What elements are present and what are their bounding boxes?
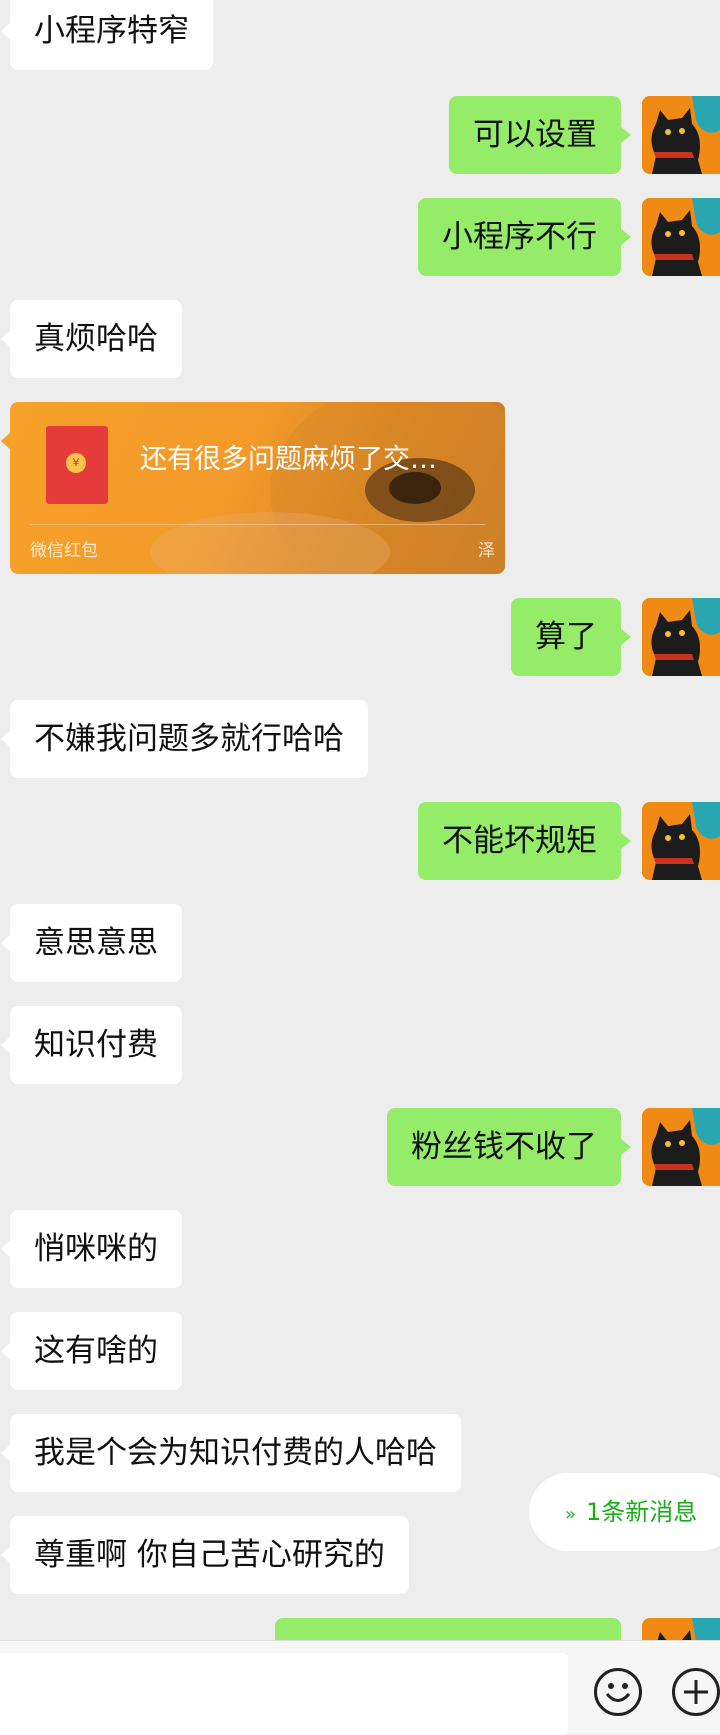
outgoing-message-bubble[interactable]: 可以设置: [449, 96, 631, 174]
black-cat-avatar-icon[interactable]: [642, 598, 720, 676]
red-packet-sender-mark: 泽: [478, 541, 495, 561]
new-message-pill[interactable]: » 1条新消息: [529, 1473, 720, 1551]
coin-icon: ¥: [66, 453, 86, 473]
red-packet-divider: [30, 524, 485, 525]
message-text: 算了: [535, 619, 597, 655]
message-text: 我是个会为知识付费的人哈哈: [34, 1435, 437, 1471]
incoming-message-bubble[interactable]: 意思意思: [1, 904, 182, 982]
message-text: 小程序不行: [442, 219, 597, 255]
black-cat-avatar-icon[interactable]: [642, 1108, 720, 1186]
message-text: 尊重啊 你自己苦心研究的: [34, 1537, 385, 1573]
outgoing-message-bubble[interactable]: 不能坏规矩: [418, 802, 631, 880]
message-text: 这有啥的: [34, 1333, 158, 1369]
incoming-message-bubble[interactable]: 小程序特窄: [1, 0, 213, 70]
red-packet-label: 微信红包: [30, 541, 98, 561]
message-text: 悄咪咪的: [34, 1231, 158, 1267]
incoming-message-bubble[interactable]: 知识付费: [1, 1006, 182, 1084]
incoming-message-bubble[interactable]: 我是个会为知识付费的人哈哈: [1, 1414, 461, 1492]
black-cat-avatar-icon[interactable]: [642, 802, 720, 880]
message-text: 粉丝钱不收了: [411, 1129, 597, 1165]
red-packet-message: 还有很多问题麻烦了交…: [140, 444, 437, 475]
message-text: 不嫌我问题多就行哈哈: [34, 721, 344, 757]
outgoing-message-bubble[interactable]: 算了: [511, 598, 631, 676]
incoming-message-bubble[interactable]: 这有啥的: [1, 1312, 182, 1390]
incoming-message-bubble[interactable]: 尊重啊 你自己苦心研究的: [1, 1516, 409, 1594]
outgoing-message-bubble[interactable]: 粉丝钱不收了: [387, 1108, 631, 1186]
message-input[interactable]: [0, 1653, 568, 1735]
message-text: 不能坏规矩: [442, 823, 597, 859]
message-text: 可以设置: [473, 117, 597, 153]
message-text: 真烦哈哈: [34, 321, 158, 357]
black-cat-avatar-icon[interactable]: [642, 1618, 720, 1640]
outgoing-message-bubble[interactable]: 小程序不行: [418, 198, 631, 276]
chevron-down-icon: »: [565, 1504, 577, 1525]
black-cat-avatar-icon[interactable]: [642, 96, 720, 174]
input-bar: [0, 1640, 720, 1735]
emoji-icon[interactable]: [594, 1668, 642, 1716]
incoming-message-bubble[interactable]: 不嫌我问题多就行哈哈: [1, 700, 368, 778]
outgoing-message-bubble[interactable]: [275, 1618, 621, 1640]
chat-area[interactable]: 小程序特窄 可以设置 小程序不行 真烦哈哈 ¥ 还有很多问题麻烦了交… 微信红包…: [0, 0, 720, 1640]
black-cat-avatar-icon[interactable]: [642, 198, 720, 276]
red-envelope-icon: ¥: [46, 426, 108, 504]
incoming-message-bubble[interactable]: 悄咪咪的: [1, 1210, 182, 1288]
message-text: 小程序特窄: [34, 13, 189, 49]
new-message-label: 1条新消息: [586, 1498, 698, 1526]
red-packet-card[interactable]: ¥ 还有很多问题麻烦了交… 微信红包 泽: [10, 402, 505, 574]
plus-icon[interactable]: [672, 1668, 720, 1716]
message-text: 意思意思: [34, 925, 158, 961]
incoming-message-bubble[interactable]: 真烦哈哈: [1, 300, 182, 378]
message-text: 知识付费: [34, 1027, 158, 1063]
